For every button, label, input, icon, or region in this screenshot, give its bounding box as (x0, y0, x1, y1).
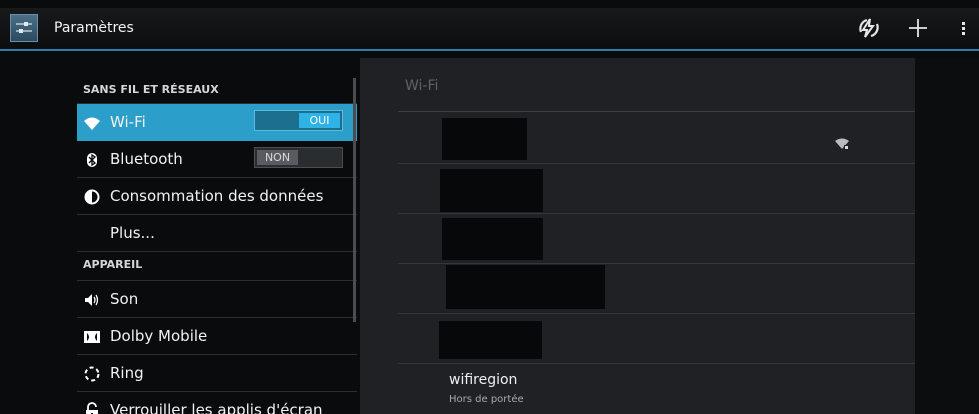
dolby-icon (83, 328, 101, 346)
sync-icon[interactable] (855, 14, 883, 42)
right-margin (915, 58, 979, 414)
toggle-state: NON (257, 150, 298, 165)
nav-item-lock[interactable]: Verrouiller les applis d'écran (77, 392, 357, 414)
add-icon[interactable] (904, 14, 932, 42)
nav-item-data-usage[interactable]: Consommation des données (77, 178, 357, 215)
section-device-header: APPAREIL (77, 252, 357, 281)
nav-item-label: Son (110, 290, 139, 308)
nav-item-bluetooth[interactable]: Bluetooth NON (77, 141, 357, 178)
divider (398, 213, 915, 214)
network-status: Hors de portée (449, 394, 524, 405)
overflow-menu-icon[interactable] (957, 14, 971, 42)
network-name[interactable]: wifiregion (449, 372, 517, 388)
action-bar: Paramètres (0, 8, 979, 51)
wifi-toggle[interactable]: OUI (254, 110, 343, 131)
divider (398, 163, 915, 164)
nav-item-wifi[interactable]: Wi-Fi OUI (77, 104, 357, 141)
settings-nav: SANS FIL ET RÉSEAUX Wi-Fi OUI Bluetooth … (77, 70, 357, 414)
bluetooth-toggle[interactable]: NON (254, 147, 343, 168)
nav-item-label: Dolby Mobile (110, 327, 208, 345)
speaker-icon (83, 291, 101, 309)
divider (398, 111, 915, 112)
nav-item-label: Wi-Fi (110, 113, 146, 131)
nav-item-ring[interactable]: Ring (77, 355, 357, 392)
ring-icon (83, 365, 101, 383)
data-usage-icon (83, 188, 101, 206)
nav-item-label: Consommation des données (110, 187, 324, 205)
divider (398, 363, 915, 364)
wifi-signal-icon (834, 136, 850, 150)
redacted-network-name[interactable] (442, 218, 543, 260)
wifi-icon (83, 114, 101, 132)
divider (398, 313, 915, 314)
nav-item-more[interactable]: Plus... (77, 215, 357, 252)
redacted-network-name[interactable] (442, 118, 527, 160)
toggle-state: OUI (299, 113, 340, 128)
lock-icon (83, 402, 101, 414)
nav-item-sound[interactable]: Son (77, 281, 357, 318)
bluetooth-icon (83, 151, 101, 169)
nav-item-dolby[interactable]: Dolby Mobile (77, 318, 357, 355)
app-title: Paramètres (54, 20, 134, 36)
section-wireless-header: SANS FIL ET RÉSEAUX (77, 70, 357, 104)
settings-sliders-icon[interactable] (10, 14, 38, 42)
wifi-detail-pane: Wi-Fi wifiregion Hors de portée (360, 58, 915, 414)
divider (398, 263, 915, 264)
redacted-network-name[interactable] (440, 169, 543, 212)
nav-item-label: Verrouiller les applis d'écran (110, 401, 323, 414)
nav-scrollbar[interactable] (353, 78, 356, 322)
pane-title: Wi-Fi (405, 78, 439, 94)
nav-item-label: Bluetooth (110, 150, 183, 168)
redacted-network-name[interactable] (446, 265, 605, 309)
nav-item-label: Plus... (110, 224, 155, 242)
redacted-network-name[interactable] (439, 321, 542, 359)
nav-item-label: Ring (110, 364, 144, 382)
